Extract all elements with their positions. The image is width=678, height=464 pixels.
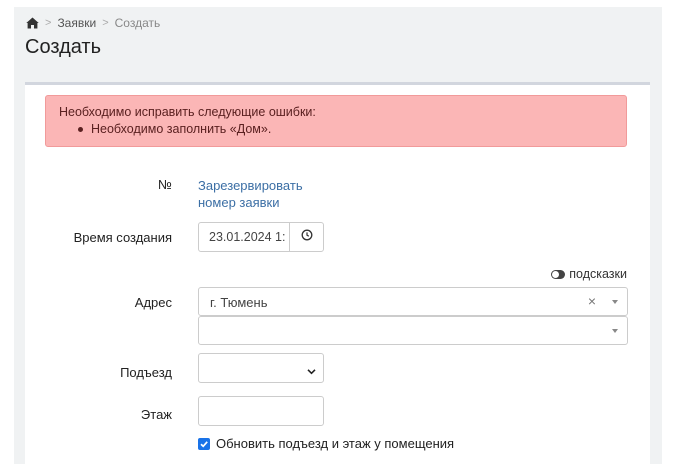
- created-time-input[interactable]: 23.01.2024 1:: [199, 223, 290, 251]
- number-label: №: [158, 177, 172, 192]
- update-entrance-floor-row[interactable]: Обновить подъезд и этаж у помещения: [198, 436, 454, 451]
- reserve-number-link-line1: Зарезервировать: [198, 178, 303, 193]
- reserve-number-link[interactable]: Зарезервировать номер заявки: [198, 177, 303, 211]
- address-label: Адрес: [134, 295, 172, 310]
- form-panel: Необходимо исправить следующие ошибки: Н…: [25, 82, 650, 464]
- breadcrumb-current: Создать: [114, 16, 161, 30]
- error-alert: Необходимо исправить следующие ошибки: Н…: [45, 95, 627, 147]
- close-icon[interactable]: ×: [588, 293, 596, 309]
- entrance-select[interactable]: [198, 353, 324, 383]
- toggle-icon: [551, 269, 566, 279]
- address-street-select[interactable]: [198, 316, 628, 345]
- breadcrumb: > Заявки > Создать: [26, 14, 160, 32]
- page-title: Создать: [25, 36, 102, 58]
- update-entrance-floor-label: Обновить подъезд и этаж у помещения: [216, 436, 455, 451]
- error-item-text: Необходимо заполнить «Дом».: [91, 122, 272, 136]
- floor-input[interactable]: [198, 396, 324, 426]
- address-city-value: г. Тюмень: [210, 295, 268, 310]
- entrance-label: Подъезд: [120, 365, 172, 380]
- clock-button[interactable]: [290, 223, 323, 251]
- breadcrumb-link-requests[interactable]: Заявки: [57, 16, 96, 30]
- error-list: Необходимо заполнить «Дом».: [78, 121, 626, 138]
- error-alert-heading: Необходимо исправить следующие ошибки:: [59, 105, 316, 119]
- caret-down-icon[interactable]: [612, 329, 618, 333]
- home-icon[interactable]: [26, 17, 39, 29]
- error-item: Необходимо заполнить «Дом».: [78, 121, 626, 138]
- page: > Заявки > Создать Создать Необходимо ис…: [14, 7, 662, 464]
- breadcrumb-separator: >: [102, 17, 109, 29]
- address-city-select[interactable]: г. Тюмень ×: [198, 287, 628, 316]
- caret-down-icon[interactable]: [612, 300, 618, 304]
- hints-toggle[interactable]: подсказки: [551, 267, 627, 281]
- chevron-down-icon: [307, 363, 316, 381]
- breadcrumb-separator: >: [45, 17, 52, 29]
- update-entrance-floor-checkbox[interactable]: [198, 437, 210, 450]
- clock-icon: [301, 228, 313, 246]
- created-time-label: Время создания: [73, 230, 172, 245]
- checkmark-icon: [200, 440, 208, 448]
- bullet-icon: [78, 127, 83, 132]
- floor-label: Этаж: [140, 407, 172, 422]
- reserve-number-link-line2: номер заявки: [198, 195, 280, 210]
- hints-toggle-label: подсказки: [569, 267, 627, 281]
- created-time-group: 23.01.2024 1:: [198, 222, 324, 252]
